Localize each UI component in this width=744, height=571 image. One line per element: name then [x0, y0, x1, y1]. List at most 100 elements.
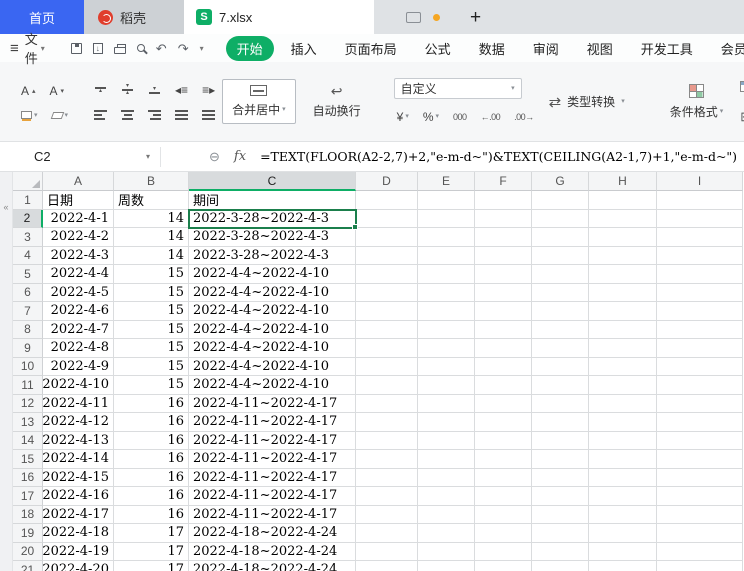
cell-I20[interactable] — [657, 542, 743, 561]
cell-D13[interactable] — [356, 413, 418, 432]
cell-F20[interactable] — [475, 542, 532, 561]
align-center-button[interactable] — [118, 108, 137, 122]
align-middle-button[interactable]: ▾ ▴ — [118, 82, 137, 98]
row-header-21[interactable]: 21 — [13, 561, 43, 571]
cell-B10[interactable]: 15 — [114, 357, 189, 376]
cell-E4[interactable] — [418, 246, 475, 265]
cell-G9[interactable] — [532, 339, 589, 358]
cell-A20[interactable]: 2022-4-19 — [42, 542, 114, 561]
cell-H9[interactable] — [589, 339, 657, 358]
cell-D1[interactable] — [356, 191, 418, 210]
cell-D18[interactable] — [356, 505, 418, 524]
merge-center-button[interactable]: 合并居中 ▾ — [222, 79, 296, 124]
row-header-19[interactable]: 19 — [13, 524, 43, 543]
cell-F10[interactable] — [475, 357, 532, 376]
column-header-D[interactable]: D — [356, 172, 418, 191]
decrease-indent-button[interactable]: ◂≡ — [172, 81, 191, 99]
cell-F5[interactable] — [475, 265, 532, 284]
cell-I11[interactable] — [657, 376, 743, 395]
cell-G2[interactable] — [532, 209, 589, 228]
cell-B3[interactable]: 14 — [114, 228, 189, 247]
cell-D20[interactable] — [356, 542, 418, 561]
row-header-14[interactable]: 14 — [13, 431, 43, 450]
cell-C3[interactable]: 2022-3-28~2022-4-3 — [189, 228, 356, 247]
align-top-button[interactable]: ▴ — [91, 85, 110, 96]
cell-E12[interactable] — [418, 394, 475, 413]
cell-G10[interactable] — [532, 357, 589, 376]
tab-view[interactable]: 视图 — [576, 36, 624, 61]
cell-I18[interactable] — [657, 505, 743, 524]
cell-F14[interactable] — [475, 431, 532, 450]
cell-C11[interactable]: 2022-4-4~2022-4-10 — [189, 376, 356, 395]
cell-H10[interactable] — [589, 357, 657, 376]
cell-H19[interactable] — [589, 524, 657, 543]
cell-E18[interactable] — [418, 505, 475, 524]
cell-H3[interactable] — [589, 228, 657, 247]
tab-page-layout[interactable]: 页面布局 — [334, 36, 408, 61]
name-box-caret-icon[interactable]: ▾ — [146, 152, 150, 161]
cell-F11[interactable] — [475, 376, 532, 395]
cell-H1[interactable] — [589, 191, 657, 210]
docer-tab[interactable]: 稻壳 — [84, 0, 184, 34]
cell-H21[interactable] — [589, 561, 657, 571]
row-header-16[interactable]: 16 — [13, 468, 43, 487]
row-header-3[interactable]: 3 — [13, 228, 43, 247]
cell-H6[interactable] — [589, 283, 657, 302]
cell-A12[interactable]: 2022-4-11 — [42, 394, 114, 413]
cell-F15[interactable] — [475, 450, 532, 469]
cell-A15[interactable]: 2022-4-14 — [42, 450, 114, 469]
increase-indent-button[interactable]: ≡▸ — [199, 81, 218, 99]
cell-F18[interactable] — [475, 505, 532, 524]
row-header-2[interactable]: 2 — [13, 209, 43, 228]
cell-B9[interactable]: 15 — [114, 339, 189, 358]
column-header-G[interactable]: G — [532, 172, 589, 191]
file-menu-caret-icon[interactable]: ▾ — [41, 44, 45, 53]
cell-I9[interactable] — [657, 339, 743, 358]
cell-G15[interactable] — [532, 450, 589, 469]
cell-E15[interactable] — [418, 450, 475, 469]
cell-A16[interactable]: 2022-4-15 — [42, 468, 114, 487]
cell-I17[interactable] — [657, 487, 743, 506]
cell-G8[interactable] — [532, 320, 589, 339]
cell-C18[interactable]: 2022-4-11~2022-4-17 — [189, 505, 356, 524]
cell-I12[interactable] — [657, 394, 743, 413]
cell-G20[interactable] — [532, 542, 589, 561]
cell-C15[interactable]: 2022-4-11~2022-4-17 — [189, 450, 356, 469]
cell-D21[interactable] — [356, 561, 418, 571]
cell-G7[interactable] — [532, 302, 589, 321]
cell-G3[interactable] — [532, 228, 589, 247]
tab-review[interactable]: 审阅 — [522, 36, 570, 61]
cell-F2[interactable] — [475, 209, 532, 228]
cell-G6[interactable] — [532, 283, 589, 302]
cell-E10[interactable] — [418, 357, 475, 376]
cell-F12[interactable] — [475, 394, 532, 413]
cell-F7[interactable] — [475, 302, 532, 321]
cell-C21[interactable]: 2022-4-18~2022-4-24 — [189, 561, 356, 571]
cell-C17[interactable]: 2022-4-11~2022-4-17 — [189, 487, 356, 506]
cell-B5[interactable]: 15 — [114, 265, 189, 284]
cell-A13[interactable]: 2022-4-12 — [42, 413, 114, 432]
row-header-10[interactable]: 10 — [13, 357, 43, 376]
cell-E7[interactable] — [418, 302, 475, 321]
cell-B8[interactable]: 15 — [114, 320, 189, 339]
cell-F8[interactable] — [475, 320, 532, 339]
cell-B16[interactable]: 16 — [114, 468, 189, 487]
pane-collapse-handle[interactable]: « — [0, 172, 13, 571]
wrap-text-button[interactable]: ↩ 自动换行 — [304, 80, 370, 124]
cell-I13[interactable] — [657, 413, 743, 432]
cell-C12[interactable]: 2022-4-11~2022-4-17 — [189, 394, 356, 413]
cell-B7[interactable]: 15 — [114, 302, 189, 321]
cell-G16[interactable] — [532, 468, 589, 487]
cell-F21[interactable] — [475, 561, 532, 571]
cell-H14[interactable] — [589, 431, 657, 450]
cell-A17[interactable]: 2022-4-16 — [42, 487, 114, 506]
cell-H8[interactable] — [589, 320, 657, 339]
cell-C8[interactable]: 2022-4-4~2022-4-10 — [189, 320, 356, 339]
redo-icon[interactable]: ↷ — [178, 42, 189, 55]
export-icon[interactable]: ↓ — [92, 42, 103, 54]
cell-E5[interactable] — [418, 265, 475, 284]
cell-B19[interactable]: 17 — [114, 524, 189, 543]
fill-handle[interactable] — [352, 224, 358, 230]
cell-B12[interactable]: 16 — [114, 394, 189, 413]
cell-A18[interactable]: 2022-4-17 — [42, 505, 114, 524]
